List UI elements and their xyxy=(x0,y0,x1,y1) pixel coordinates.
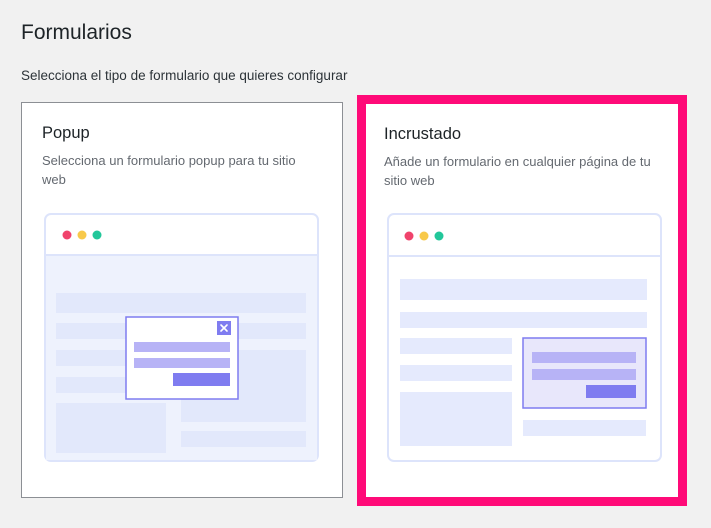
page-subtitle: Selecciona el tipo de formulario que qui… xyxy=(21,68,348,83)
close-x-icon xyxy=(217,321,231,335)
form-type-card-embedded[interactable]: Incrustado Añade un formulario en cualqu… xyxy=(357,95,687,506)
embedded-form-illustration xyxy=(387,213,662,462)
page-title: Formularios xyxy=(21,21,132,44)
card-title: Incrustado xyxy=(384,125,462,143)
window-dots-icon xyxy=(404,231,444,241)
form-type-card-popup[interactable]: Popup Selecciona un formulario popup par… xyxy=(21,102,343,498)
card-description: Selecciona un formulario popup para tu s… xyxy=(42,153,296,187)
card-description: Añade un formulario en cualquier página … xyxy=(384,154,651,188)
popup-form-illustration xyxy=(44,213,319,462)
window-dots-icon xyxy=(62,230,102,240)
card-title: Popup xyxy=(42,124,90,142)
